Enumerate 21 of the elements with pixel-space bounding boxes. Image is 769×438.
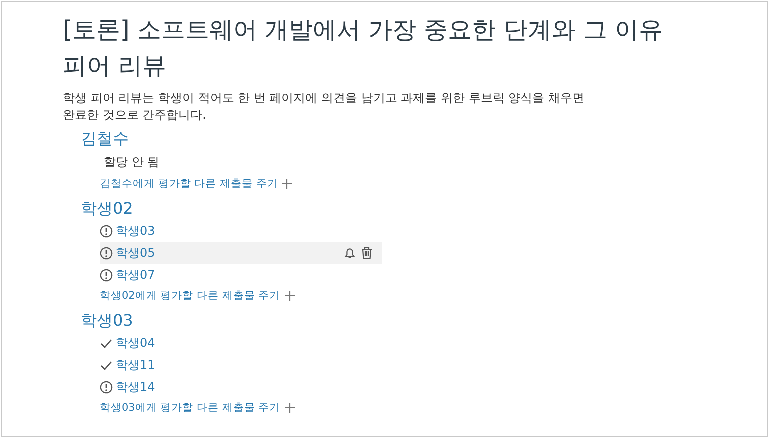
assign-link[interactable]: 학생02에게 평가할 다른 제출물 주기 [100,289,281,303]
plus-icon [284,290,296,302]
assign-link[interactable]: 김철수에게 평가할 다른 제출물 주기 [100,177,278,191]
plus-icon [281,178,294,190]
student-link[interactable]: 학생07 [116,266,156,284]
assessment-row[interactable]: 학생05 [100,242,382,264]
trash-icon[interactable] [360,246,374,260]
student-link[interactable]: 학생11 [116,356,156,374]
student-link[interactable]: 학생04 [116,334,156,352]
empty-note: 할당 안 됨 [103,154,161,171]
student-link[interactable]: 학생14 [116,378,156,396]
bell-icon[interactable] [343,246,357,260]
reviewer-name: 학생02 [81,198,134,220]
plus-icon [284,402,296,414]
reviewer-name: 김철수 [81,128,130,150]
student-link[interactable]: 학생03 [116,222,156,240]
description-text: 학생 피어 리뷰는 학생이 적어도 한 번 페이지에 의견을 남기고 과제를 위한 루브릭 양식을 채우면 완료한 것으로 간주합니다. [63,90,586,124]
assign-link[interactable]: 학생03에게 평가할 다른 제출물 주기 [100,401,281,415]
student-link[interactable]: 학생05 [116,244,156,262]
page-title: [토론] 소프트웨어 개발에서 가장 중요한 단계와 그 이유 피어 리뷰 [63,15,664,82]
reviewer-name: 학생03 [81,310,134,332]
